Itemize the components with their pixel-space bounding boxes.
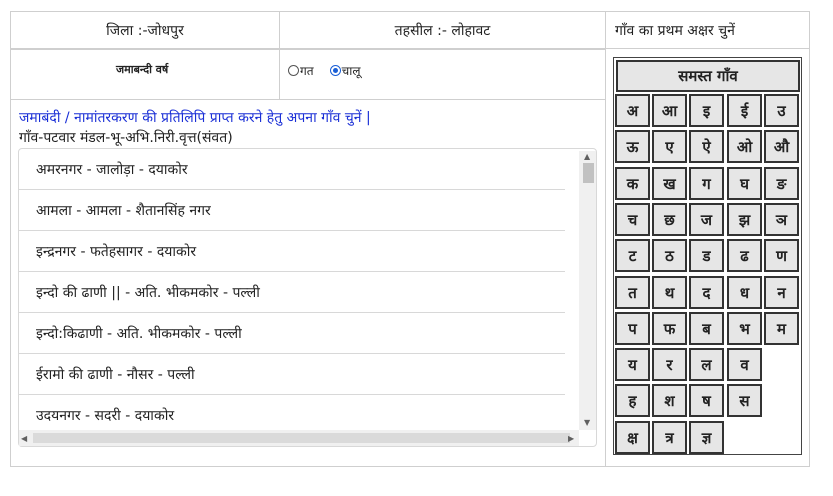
list-item[interactable]: ईरामो की ढाणी - नौसर - पल्ली [19, 354, 565, 395]
letter-key[interactable]: क [615, 167, 650, 200]
scroll-right-arrow-icon[interactable]: ▶ [568, 435, 574, 443]
letter-key[interactable]: ण [764, 239, 799, 272]
letter-key[interactable]: ट [615, 239, 650, 272]
horizontal-scroll-thumb[interactable] [33, 433, 570, 443]
scroll-left-arrow-icon[interactable]: ◀ [21, 435, 27, 443]
list-item[interactable]: इन्दो:किढाणी - अति. भीकमकोर - पल्ली [19, 313, 565, 354]
letter-key[interactable]: अ [615, 94, 650, 127]
radio-previous[interactable] [288, 65, 299, 76]
letter-key[interactable]: ह [615, 384, 650, 417]
left-right-divider [605, 49, 606, 467]
scroll-down-arrow-icon[interactable]: ▼ [584, 419, 590, 427]
letter-key[interactable]: ओ [727, 130, 762, 163]
letter-key[interactable]: घ [727, 167, 762, 200]
letter-key[interactable]: थ [652, 276, 687, 309]
village-name: अमरनगर - जालोड़ा - दयाकोर [36, 161, 188, 178]
year-radio-group: गत चालू [288, 62, 376, 79]
letter-key[interactable]: र [652, 348, 687, 381]
district-label: जिला :-जोधपुर [106, 22, 184, 39]
list-item[interactable]: आमला - आमला - शैतानसिंह नगर [19, 190, 565, 231]
radio-current[interactable] [329, 65, 341, 76]
letter-key[interactable]: आ [652, 94, 687, 127]
village-listbox[interactable]: अमरनगर - जालोड़ा - दयाकोर आमला - आमला - … [18, 148, 597, 447]
letter-key[interactable]: ठ [652, 239, 687, 272]
village-name: इन्द्रनगर - फतेहसागर - दयाकोर [36, 243, 197, 260]
choose-letter-cell: गाँव का प्रथम अक्षर चुनें [605, 11, 810, 49]
list-item[interactable]: अमरनगर - जालोड़ा - दयाकोर [19, 149, 565, 190]
letter-key[interactable]: भ [727, 312, 762, 345]
tehsil-cell: तहसील :- लोहावट [279, 11, 606, 49]
tehsil-label: तहसील :- लोहावट [394, 22, 491, 39]
letter-key[interactable]: इ [689, 94, 724, 127]
vertical-scroll-thumb[interactable] [583, 163, 594, 183]
village-name: ईरामो की ढाणी - नौसर - पल्ली [36, 366, 195, 383]
list-item[interactable]: इन्दो की ढाणी || - अति. भीकमकोर - पल्ली [19, 272, 565, 313]
instruction-text: जमाबंदी / नामांतरकरण की प्रतिलिपि प्राप्… [19, 110, 371, 126]
letter-key[interactable]: ञ [764, 203, 799, 236]
letter-key[interactable]: झ [727, 203, 762, 236]
letter-key[interactable]: च [615, 203, 650, 236]
village-name: आमला - आमला - शैतानसिंह नगर [36, 202, 211, 219]
letter-key[interactable]: ज्ञ [689, 421, 724, 454]
letter-key[interactable]: ङ [764, 167, 799, 200]
letter-key[interactable]: ऊ [615, 130, 650, 163]
letter-key[interactable]: उ [764, 94, 799, 127]
letter-key[interactable]: स [727, 384, 762, 417]
village-name: उदयनगर - सदरी - दयाकोर [36, 408, 175, 424]
letter-key[interactable]: म [764, 312, 799, 345]
letter-key[interactable]: छ [652, 203, 687, 236]
letter-key[interactable]: ग [689, 167, 724, 200]
letter-key[interactable]: द [689, 276, 724, 309]
letter-key[interactable]: ल [689, 348, 724, 381]
letter-key[interactable]: ढ [727, 239, 762, 272]
all-villages-button[interactable]: समस्त गाँव [616, 60, 800, 92]
radio-previous-label[interactable]: गत [300, 62, 314, 79]
letter-key[interactable]: ए [652, 130, 687, 163]
district-cell: जिला :-जोधपुर [10, 11, 280, 49]
list-item[interactable]: इन्द्रनगर - फतेहसागर - दयाकोर [19, 231, 565, 272]
jamabandi-year-label: जमाबन्दी वर्ष [116, 63, 169, 76]
letter-key[interactable]: ऐ [689, 130, 724, 163]
letter-key[interactable]: व [727, 348, 762, 381]
scroll-up-arrow-icon[interactable]: ▲ [584, 153, 590, 161]
letter-key[interactable]: ड [689, 239, 724, 272]
letter-key[interactable]: त्र [652, 421, 687, 454]
letter-key[interactable]: प [615, 312, 650, 345]
letter-key[interactable]: ब [689, 312, 724, 345]
letter-key[interactable]: ध [727, 276, 762, 309]
letter-key[interactable]: न [764, 276, 799, 309]
radio-current-label[interactable]: चालू [342, 62, 361, 79]
letter-key[interactable]: य [615, 348, 650, 381]
village-name: इन्दो:किढाणी - अति. भीकमकोर - पल्ली [36, 325, 242, 342]
letter-key[interactable]: क्ष [615, 421, 650, 454]
village-name: इन्दो की ढाणी || - अति. भीकमकोर - पल्ली [36, 284, 260, 301]
vertical-scrollbar[interactable] [579, 151, 596, 430]
letter-key[interactable]: ष [689, 384, 724, 417]
list-column-header: गाँव-पटवार मंडल-भू-अभि.निरी.वृत्त(संवत) [19, 130, 233, 146]
letter-key[interactable]: ख [652, 167, 687, 200]
letter-key[interactable]: ज [689, 203, 724, 236]
choose-letter-label: गाँव का प्रथम अक्षर चुनें [615, 22, 735, 39]
letter-key[interactable]: फ [652, 312, 687, 345]
letter-key[interactable]: औ [764, 130, 799, 163]
letter-key[interactable]: ई [727, 94, 762, 127]
letter-key[interactable]: श [652, 384, 687, 417]
letter-key[interactable]: त [615, 276, 650, 309]
